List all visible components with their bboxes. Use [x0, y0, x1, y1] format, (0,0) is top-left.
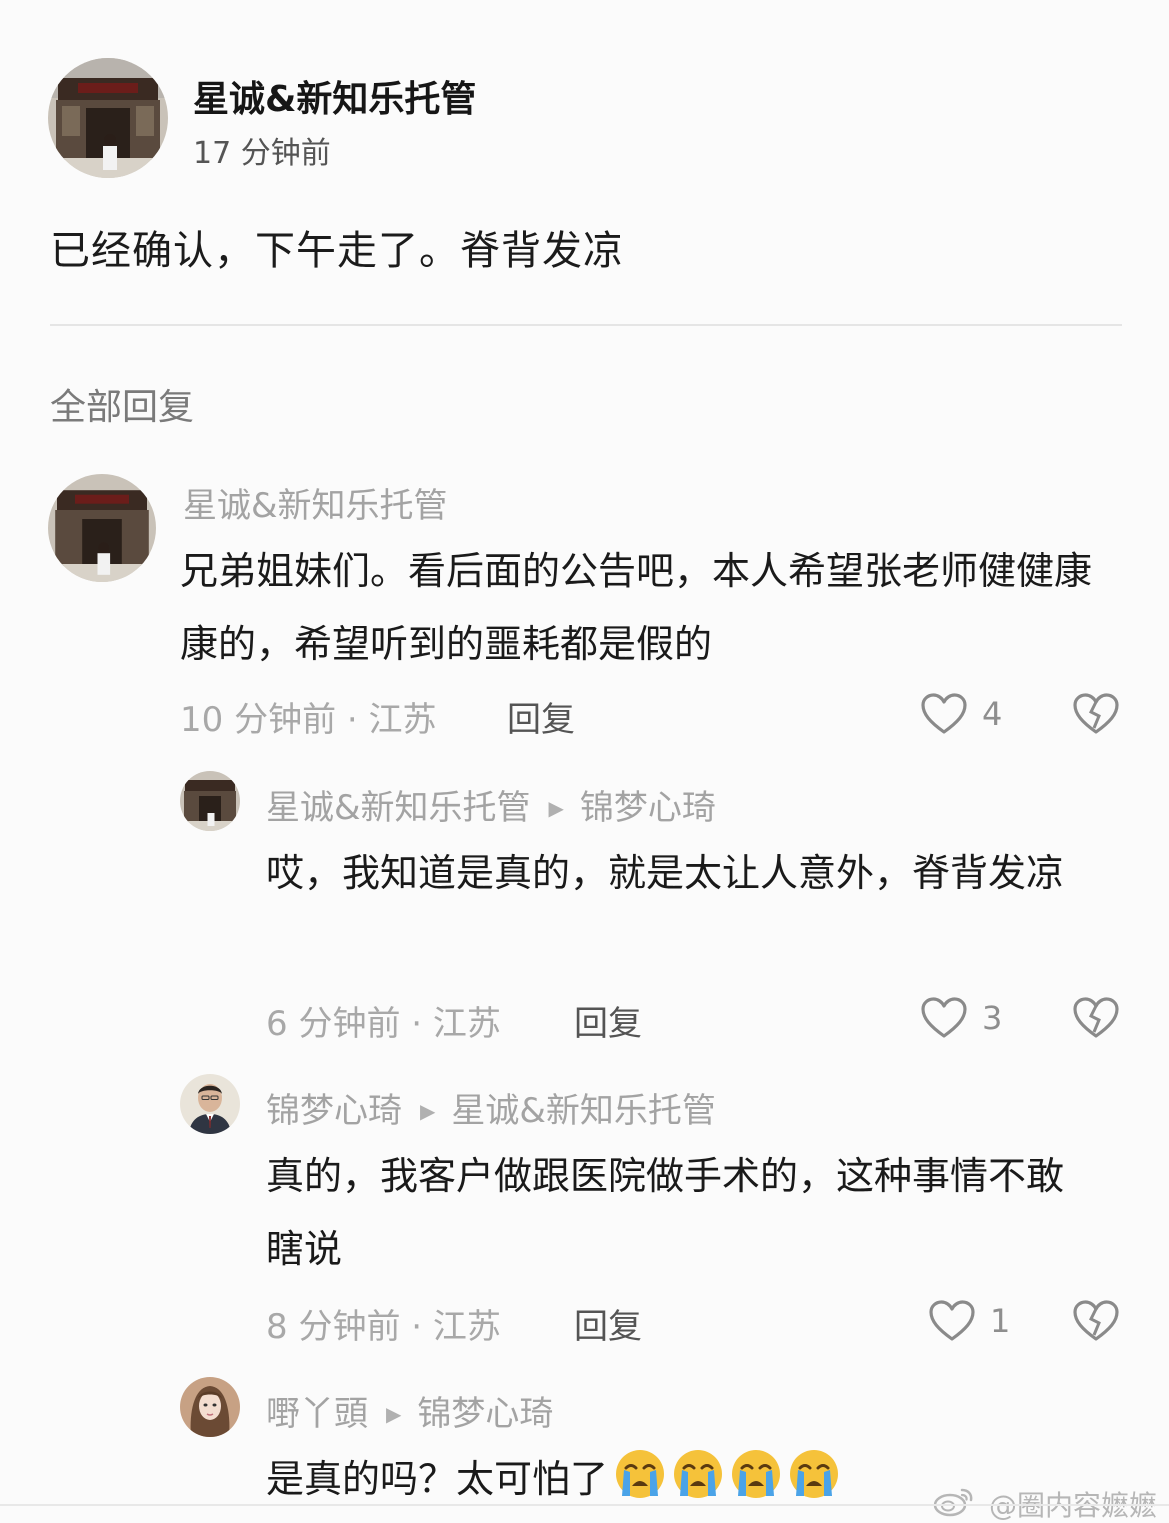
comment-author-name[interactable]: 嘢丫頭 ▶ 锦梦心琦 — [266, 1386, 553, 1435]
like-button[interactable]: 4 — [920, 692, 1002, 736]
loudly-crying-face-icon — [614, 1448, 666, 1500]
building-avatar-image — [180, 771, 240, 831]
comment-author-label[interactable]: 嘢丫頭 — [266, 1394, 368, 1434]
comment-author-name[interactable]: 星诚&新知乐托管 ▶ 锦梦心琦 — [266, 780, 716, 829]
loudly-crying-face-icon — [788, 1448, 840, 1500]
op-body-text: 已经确认，下午走了。脊背发凉 — [50, 228, 624, 274]
comment-avatar[interactable] — [48, 474, 156, 582]
comment-avatar[interactable] — [180, 1074, 240, 1134]
comment-author-label[interactable]: 锦梦心琦 — [266, 1091, 402, 1131]
triangle-right-icon: ▶ — [386, 1402, 402, 1426]
like-button[interactable]: 3 — [920, 996, 1002, 1040]
comment-meta: 6 分钟前 · 江苏 — [266, 1004, 501, 1044]
op-avatar[interactable] — [48, 58, 168, 178]
op-author-name[interactable]: 星诚&新知乐托管 — [193, 70, 476, 122]
comment-avatar[interactable] — [180, 771, 240, 831]
loudly-crying-face-icon — [730, 1448, 782, 1500]
reply-to-name[interactable]: 锦梦心琦 — [417, 1394, 553, 1434]
comment-author-label[interactable]: 星诚&新知乐托管 — [183, 486, 448, 526]
heart-outline-icon — [928, 1299, 976, 1343]
woman-portrait-avatar-image — [180, 1377, 240, 1437]
divider — [50, 324, 1122, 326]
comment-author-name[interactable]: 锦梦心琦 ▶ 星诚&新知乐托管 — [266, 1083, 716, 1132]
divider — [0, 1504, 1169, 1506]
man-portrait-avatar-image — [180, 1074, 240, 1134]
like-count: 1 — [990, 1302, 1011, 1340]
comment-meta: 8 分钟前 · 江苏 — [266, 1307, 501, 1347]
broken-heart-icon[interactable] — [1072, 996, 1120, 1040]
comment-body-text: 真的，我客户做跟医院做手术的，这种事情不敢瞎说 — [266, 1154, 1065, 1271]
heart-outline-icon — [920, 692, 968, 736]
heart-outline-icon — [920, 996, 968, 1040]
reply-to-name[interactable]: 星诚&新知乐托管 — [451, 1091, 716, 1131]
building-avatar-image — [48, 474, 156, 582]
building-avatar-image — [48, 58, 168, 178]
broken-heart-icon[interactable] — [1072, 692, 1120, 736]
broken-heart-icon[interactable] — [1072, 1299, 1120, 1343]
like-count: 3 — [982, 999, 1003, 1037]
triangle-right-icon: ▶ — [420, 1099, 436, 1123]
comment-body-text: 兄弟姐妹们。看后面的公告吧，本人希望张老师健健康康的，希望听到的噩耗都是假的 — [180, 549, 1093, 666]
like-count: 4 — [982, 695, 1003, 733]
emoji-row — [608, 1450, 840, 1501]
loudly-crying-face-icon — [672, 1448, 724, 1500]
comment-author-name[interactable]: 星诚&新知乐托管 — [183, 478, 448, 527]
reply-button[interactable]: 回复 — [507, 692, 575, 741]
reply-button[interactable]: 回复 — [574, 996, 642, 1045]
weibo-logo-icon — [933, 1488, 973, 1517]
triangle-right-icon: ▶ — [548, 796, 564, 820]
comment-author-label[interactable]: 星诚&新知乐托管 — [266, 788, 531, 828]
like-button[interactable]: 1 — [928, 1299, 1010, 1343]
comment-body-text: 哎，我知道是真的，就是太让人意外，脊背发凉 — [266, 851, 1065, 895]
comment-meta: 10 分钟前 · 江苏 — [180, 700, 437, 740]
op-timestamp: 17 分钟前 — [193, 136, 331, 171]
reply-to-name[interactable]: 锦梦心琦 — [580, 788, 716, 828]
comment-avatar[interactable] — [180, 1377, 240, 1437]
comment-body-label: 是真的吗？太可怕了 — [266, 1457, 609, 1501]
replies-section-title: 全部回复 — [50, 387, 195, 428]
reply-button[interactable]: 回复 — [574, 1299, 642, 1348]
